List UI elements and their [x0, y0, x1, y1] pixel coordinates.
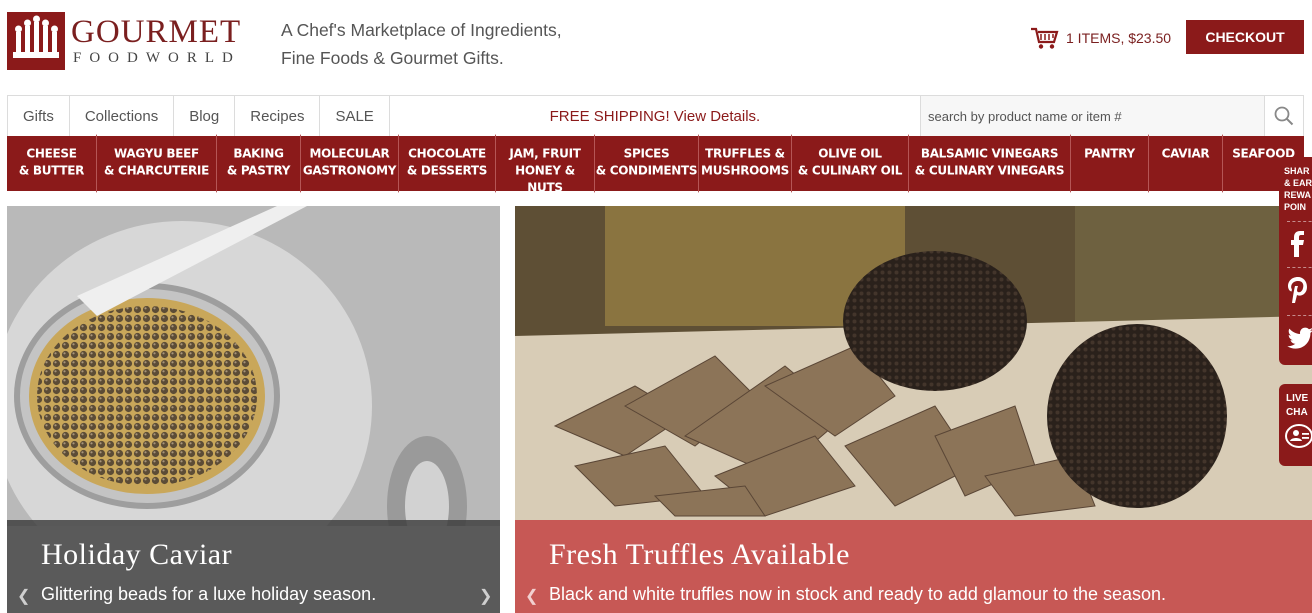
hero-title: Holiday Caviar [41, 538, 233, 571]
site-header: GOURMET FOODWORLD A Chef's Marketplace o… [0, 0, 1312, 95]
cart-icon [1031, 27, 1059, 49]
category-jam-fruit[interactable]: Jam, Fruit Honey & Nuts [496, 134, 595, 194]
hero-truffles[interactable]: Fresh Truffles Available Black and white… [515, 206, 1312, 613]
free-shipping-link[interactable]: FREE SHIPPING! View Details. [390, 96, 921, 136]
logo-name-line1: GOURMET [71, 14, 242, 50]
hero-title: Fresh Truffles Available [549, 538, 850, 571]
chevron-left-icon[interactable]: ❮ [525, 586, 538, 606]
cart-summary: 1 ITEMS, $23.50 [1066, 30, 1172, 46]
nav-sale[interactable]: SALE [320, 96, 390, 136]
live-chat-tab[interactable]: LIVE CHA [1279, 384, 1312, 466]
hero-caption: Holiday Caviar Glittering beads for a lu… [7, 520, 500, 613]
tagline-line2: Fine Foods & Gourmet Gifts. [281, 48, 504, 68]
logo-name-line2: FOODWORLD [73, 50, 241, 66]
category-balsamic-vinegars[interactable]: Balsamic Vinegars & Culinary Vinegars [909, 134, 1071, 193]
tagline-line1: A Chef's Marketplace of Ingredients, [281, 20, 562, 40]
nav-blog[interactable]: Blog [174, 96, 236, 136]
live-chat-label: LIVE CHA [1286, 393, 1309, 418]
cart-summary-link[interactable]: 1 ITEMS, $23.50 [1030, 26, 1171, 50]
nav-recipes[interactable]: Recipes [235, 96, 321, 136]
search-icon [1274, 106, 1294, 126]
share-rewards-label: SHAR & EAR REWA POIN [1284, 166, 1312, 212]
category-truffles[interactable]: Truffles & Mushrooms [699, 134, 792, 193]
tagline: A Chef's Marketplace of Ingredients, Fin… [281, 16, 562, 72]
share-rewards-tab[interactable]: SHAR & EAR REWA POIN [1279, 157, 1312, 365]
search-input[interactable] [921, 96, 1264, 136]
chat-icon [1285, 424, 1312, 448]
hero-subtitle: Glittering beads for a luxe holiday seas… [41, 584, 377, 604]
nav-collections[interactable]: Collections [70, 96, 175, 136]
category-spices[interactable]: Spices & Condiments [595, 134, 699, 193]
pinterest-icon[interactable] [1287, 267, 1312, 311]
hero-subtitle: Black and white truffles now in stock an… [549, 584, 1167, 604]
category-caviar[interactable]: Caviar [1149, 134, 1223, 193]
category-chocolate[interactable]: Chocolate & Desserts [399, 134, 496, 193]
category-baking[interactable]: Baking & Pastry [217, 134, 301, 193]
category-wagyu-beef[interactable]: Wagyu Beef & Charcuterie [97, 134, 217, 193]
hero-caviar[interactable]: Holiday Caviar Glittering beads for a lu… [7, 206, 500, 613]
category-olive-oil[interactable]: Olive Oil & Culinary Oil [792, 134, 909, 193]
category-molecular-gastronomy[interactable]: Molecular Gastronomy [301, 134, 399, 193]
category-nav: Cheese & Butter Wagyu Beef & Charcuterie B… [7, 134, 1304, 194]
nav-gifts[interactable]: Gifts [8, 96, 70, 136]
chevron-right-icon[interactable]: ❯ [479, 586, 492, 606]
secondary-nav: Gifts Collections Blog Recipes SALE FREE… [7, 95, 1304, 136]
chevron-left-icon[interactable]: ❮ [17, 586, 30, 606]
twitter-icon[interactable] [1287, 315, 1312, 359]
search-box [921, 96, 1264, 136]
logo[interactable]: GOURMET FOODWORLD [7, 12, 241, 70]
facebook-icon[interactable] [1287, 221, 1312, 265]
category-cheese[interactable]: Cheese & Butter [7, 134, 97, 193]
search-button[interactable] [1264, 96, 1303, 136]
crown-logo-icon [7, 12, 65, 70]
checkout-button[interactable]: CHECKOUT [1186, 20, 1304, 54]
hero-caption: Fresh Truffles Available Black and white… [515, 520, 1312, 613]
category-pantry[interactable]: Pantry [1071, 134, 1149, 193]
